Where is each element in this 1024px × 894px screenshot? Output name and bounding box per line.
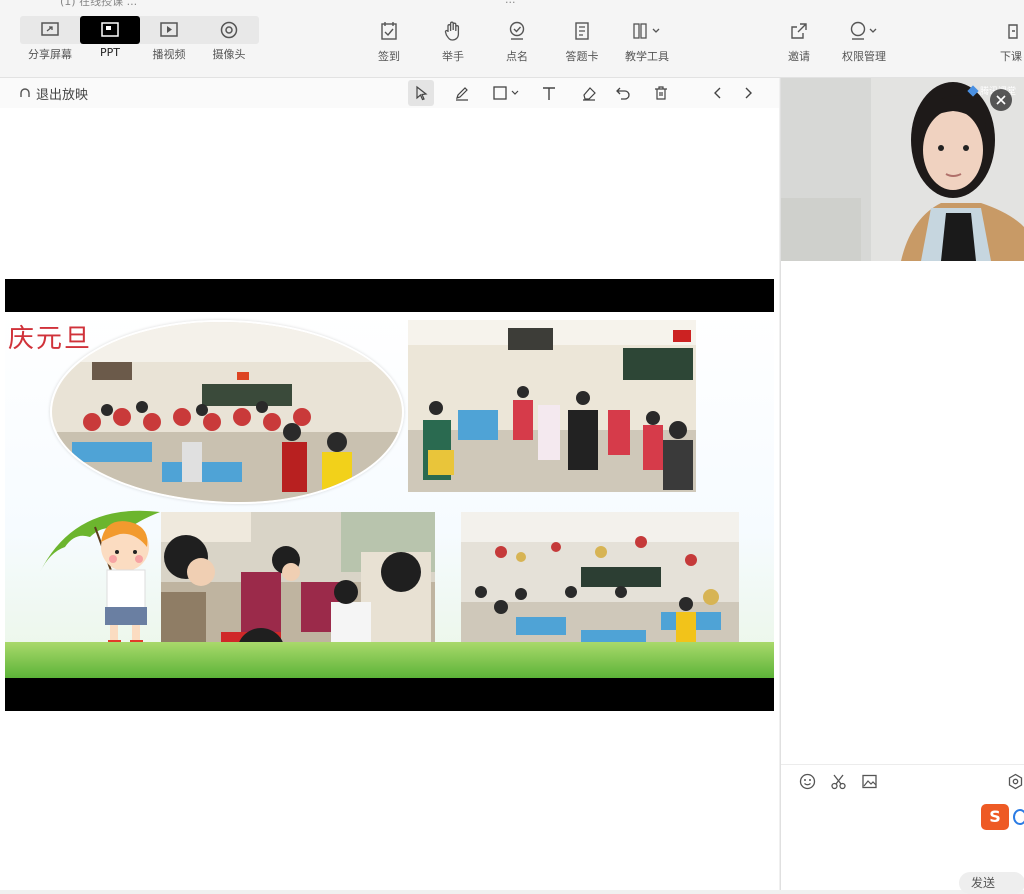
umbrella-child-cartoon	[35, 502, 170, 662]
share-screen-icon	[41, 22, 59, 36]
play-video-icon	[160, 22, 178, 37]
grass-decoration	[5, 642, 774, 678]
slide-content: 庆元旦	[5, 312, 774, 678]
platform-logo-icon	[967, 84, 979, 97]
teaching-tools-icon	[633, 23, 660, 39]
window-title-right: ...	[505, 0, 516, 6]
settings-icon	[1008, 773, 1023, 790]
teacher-video-feed: 腾讯课堂	[781, 78, 1024, 261]
send-button[interactable]: 发送	[959, 872, 1024, 894]
ime-mode-icon	[1013, 809, 1024, 825]
slide-title: 庆元旦	[8, 324, 93, 354]
emoji-button[interactable]	[799, 773, 816, 794]
select-pointer-icon	[416, 85, 428, 101]
raise-hand-button[interactable]: 举手	[423, 20, 483, 66]
permission-icon	[850, 21, 877, 40]
eraser-button[interactable]	[576, 80, 602, 106]
exit-slideshow-label: 退出放映	[36, 88, 89, 103]
rectangle-button[interactable]	[489, 80, 527, 106]
permission-label: 权限管理	[842, 50, 886, 63]
send-image-button[interactable]	[861, 773, 878, 794]
permission-button[interactable]: 权限管理	[834, 20, 894, 66]
text-icon	[543, 87, 555, 100]
roll-call-icon	[509, 21, 525, 40]
select-pointer-button[interactable]	[408, 80, 434, 106]
emoji-icon	[799, 773, 816, 790]
end-class-button[interactable]: 下课	[986, 20, 1024, 66]
eraser-icon	[583, 87, 596, 101]
undo-button[interactable]	[610, 80, 636, 106]
ime-indicator: S	[981, 804, 1024, 830]
delete-button[interactable]	[648, 80, 674, 106]
prev-arrow-icon	[714, 87, 721, 99]
close-video-button[interactable]	[990, 89, 1012, 111]
teaching-tools-button[interactable]: 教学工具	[617, 20, 677, 66]
classroom-photo-4	[461, 512, 739, 658]
exit-loop-icon	[20, 87, 30, 97]
rectangle-icon	[493, 86, 519, 100]
raise-hand-icon	[444, 21, 460, 41]
mode-camera-label: 摄像头	[212, 48, 246, 61]
delete-icon	[655, 86, 667, 100]
end-class-icon	[1008, 24, 1018, 39]
pen-icon	[456, 87, 468, 101]
next-arrow-icon	[745, 87, 752, 99]
slide-stage: 退出放映 庆元旦	[0, 78, 779, 890]
annotation-toolbar: 退出放映	[0, 78, 779, 108]
raise-hand-label: 举手	[442, 50, 464, 63]
mode-ppt-button[interactable]: PPT	[80, 16, 140, 62]
mode-share-screen-label: 分享屏幕	[28, 48, 72, 61]
scissors-icon	[831, 774, 846, 790]
checkin-button[interactable]: 签到	[359, 20, 419, 66]
undo-icon	[616, 87, 630, 100]
end-class-label: 下课	[1000, 50, 1022, 63]
pen-button[interactable]	[449, 80, 475, 106]
teaching-tools-label: 教学工具	[625, 50, 669, 63]
screenshot-button[interactable]	[830, 773, 847, 794]
mode-share-screen-button[interactable]: 分享屏幕	[20, 16, 80, 62]
text-button[interactable]	[536, 80, 562, 106]
prev-slide-button[interactable]	[705, 80, 731, 106]
window-title: (1) 在线授课 ...	[60, 0, 138, 8]
right-side-panel: 腾讯课堂 S 发送	[780, 78, 1024, 894]
chat-input-toolbar	[781, 764, 1024, 799]
mode-play-video-label: 播视频	[152, 48, 186, 61]
ppt-icon	[101, 22, 119, 37]
chat-message-area	[781, 261, 1024, 761]
ime-badge: S	[981, 804, 1009, 830]
close-icon	[996, 95, 1006, 105]
roll-call-label: 点名	[506, 50, 528, 63]
exit-slideshow-button[interactable]: 退出放映	[18, 84, 88, 103]
top-toolbar: (1) 在线授课 ... ... 分享屏幕 PPT 播视频 摄像头	[0, 0, 1024, 78]
classroom-photo-cloud	[50, 320, 404, 504]
chat-settings-button[interactable]	[1007, 773, 1024, 794]
ppt-slide: 庆元旦	[5, 279, 774, 711]
answer-card-label: 答题卡	[565, 50, 599, 63]
mode-ppt-label: PPT	[100, 46, 120, 59]
camera-icon	[220, 21, 238, 39]
mode-play-video-button[interactable]: 播视频	[139, 16, 199, 62]
checkin-label: 签到	[378, 50, 400, 63]
answer-card-button[interactable]: 答题卡	[552, 20, 612, 66]
mode-camera-button[interactable]: 摄像头	[199, 16, 259, 62]
classroom-photo-2	[408, 320, 696, 492]
roll-call-button[interactable]: 点名	[487, 20, 547, 66]
next-slide-button[interactable]	[735, 80, 761, 106]
checkin-icon	[381, 22, 397, 40]
invite-button[interactable]: 邀请	[769, 20, 829, 66]
invite-icon	[791, 23, 807, 39]
image-icon	[862, 774, 877, 789]
window-title-strip: (1) 在线授课 ... ...	[0, 0, 1024, 10]
answer-card-icon	[575, 22, 589, 40]
invite-label: 邀请	[788, 50, 810, 63]
